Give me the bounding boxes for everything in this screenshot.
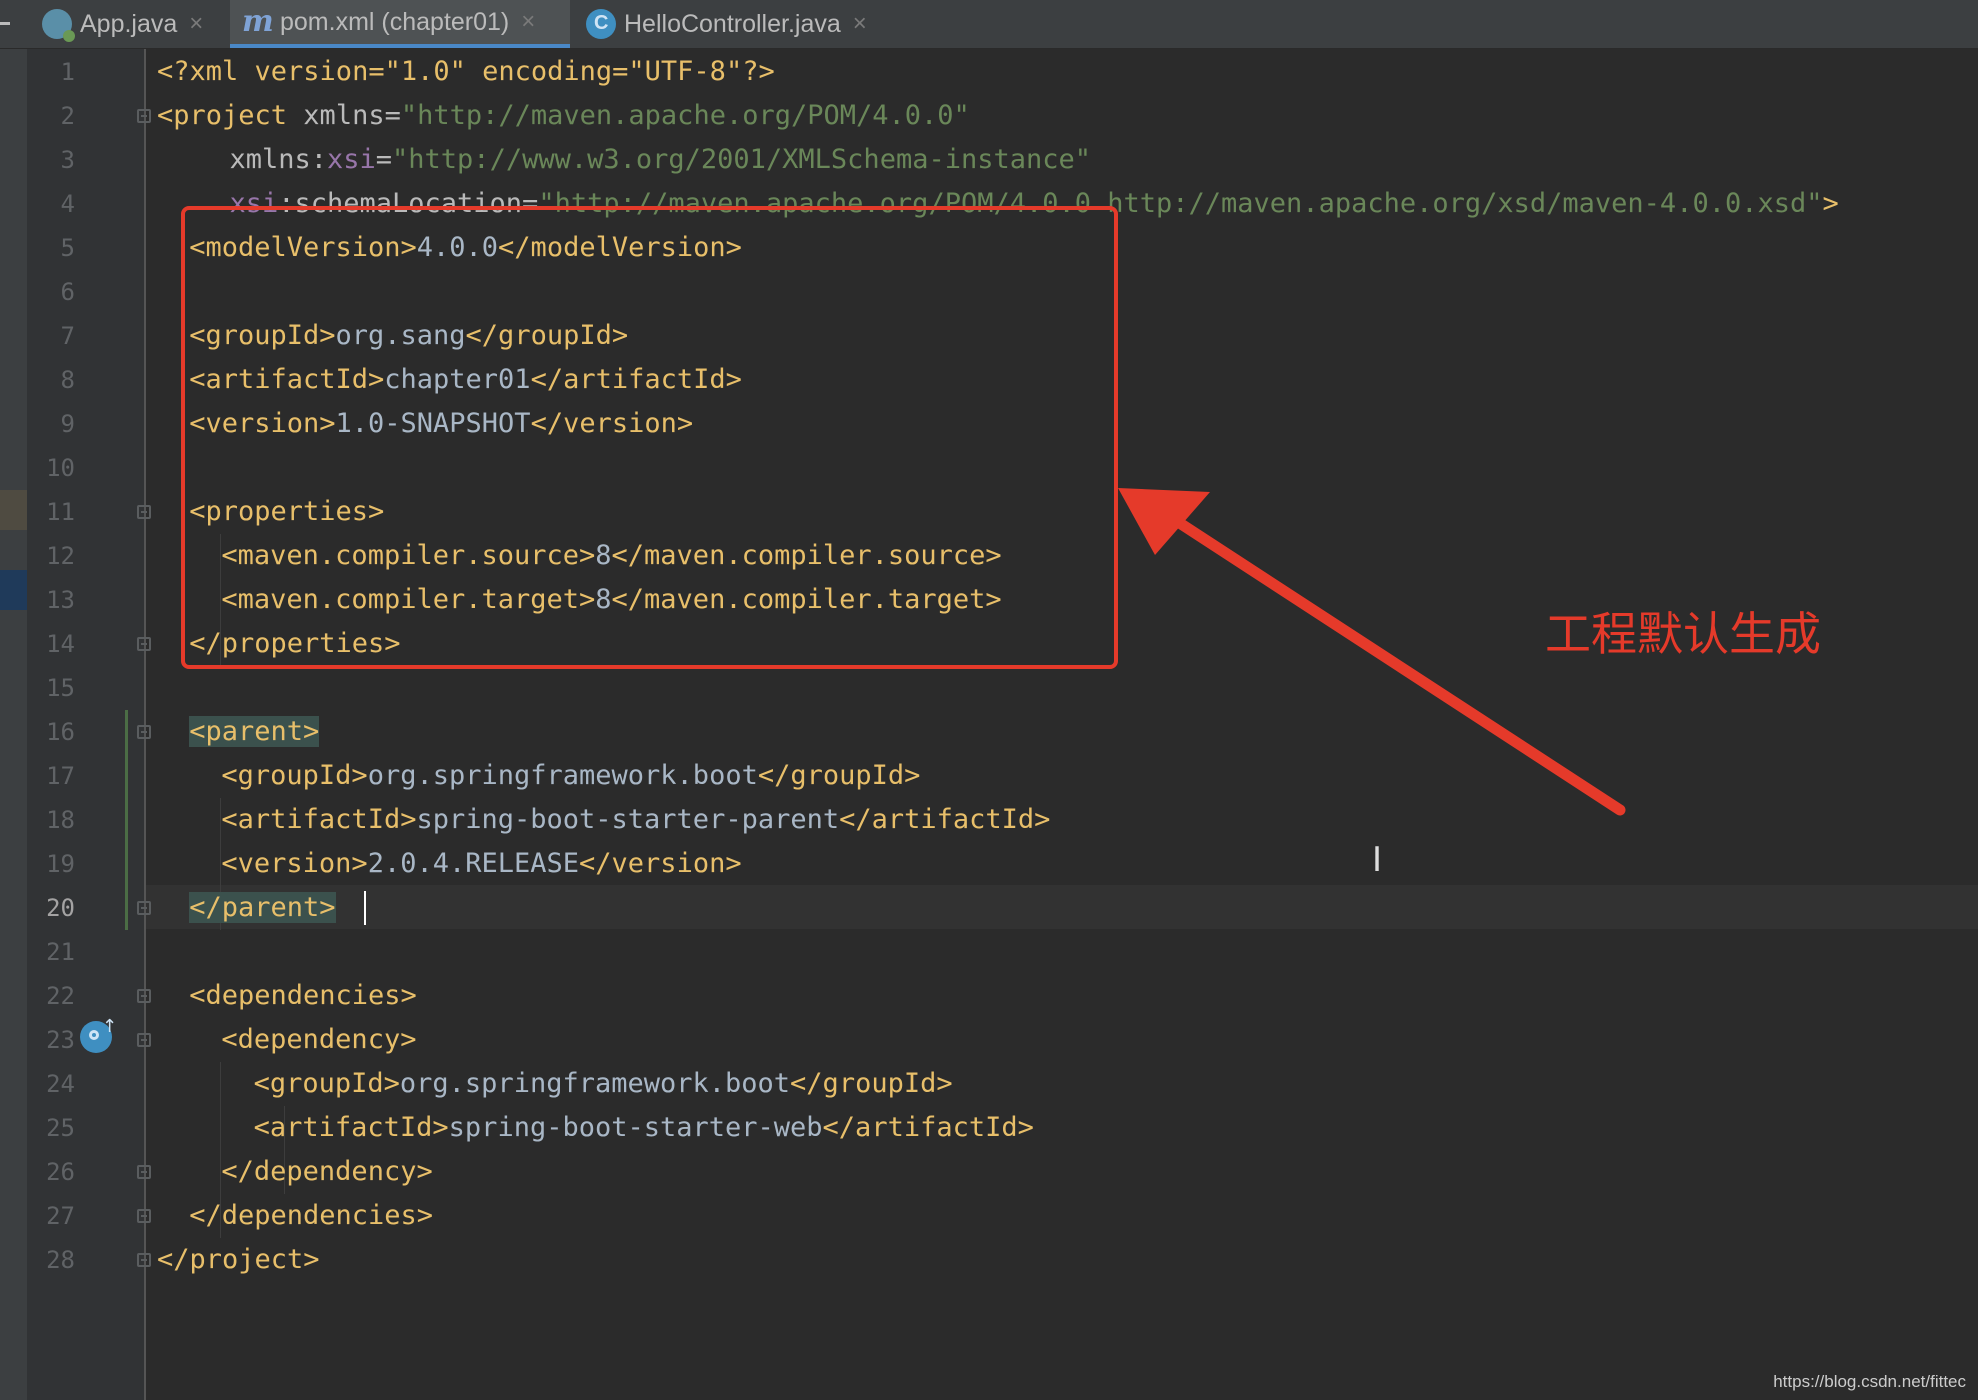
- mouse-text-cursor: I: [1372, 840, 1383, 880]
- annotation-label: 工程默认生成: [1545, 607, 1821, 661]
- arrow-head: [1118, 488, 1210, 555]
- arrow-shaft: [1169, 514, 1626, 816]
- watermark: https://blog.csdn.net/fittec: [1773, 1372, 1966, 1391]
- annotation-arrow: [1118, 488, 1626, 816]
